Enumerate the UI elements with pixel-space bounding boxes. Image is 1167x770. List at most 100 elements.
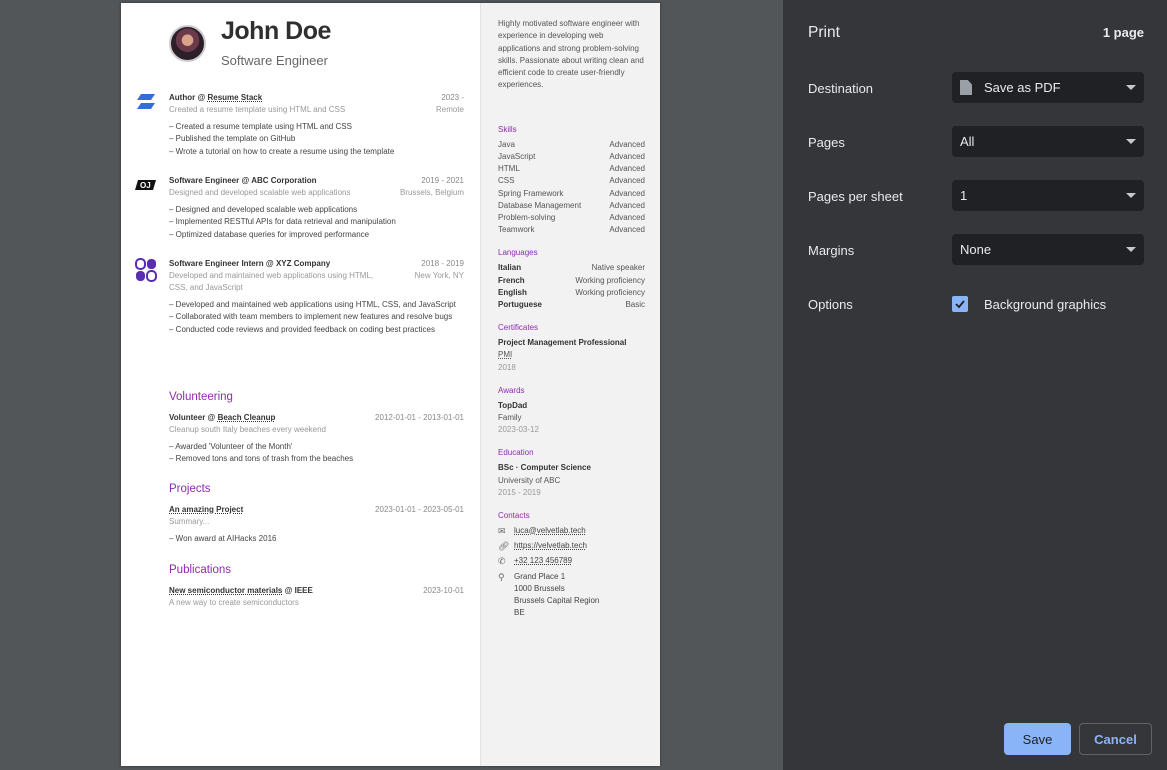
dialog-title: Print — [808, 24, 840, 41]
list-item: Published the template on GitHub — [169, 133, 464, 145]
skill-name: Spring Framework — [498, 188, 564, 198]
list-item: Conducted code reviews and provided feed… — [169, 324, 464, 336]
contact-website: 🔗︎ https://velvetlab.tech — [498, 540, 646, 552]
pages-label: Pages — [808, 135, 845, 150]
chevron-down-icon — [1126, 139, 1136, 144]
language-row: Italian Native speaker — [498, 262, 645, 274]
language-row: English Working proficiency — [498, 287, 645, 299]
work-highlights: Developed and maintained web application… — [169, 299, 464, 336]
work-role: Software Engineer — [169, 176, 240, 185]
margins-select[interactable]: None — [952, 234, 1144, 265]
link-icon: 🔗︎ — [498, 541, 510, 552]
resume-page: John Doe Software Engineer Author @ Resu… — [121, 3, 660, 766]
skill-name: Database Management — [498, 200, 582, 210]
work-location: New York, NY — [414, 271, 464, 280]
skill-row: CSS Advanced — [498, 175, 645, 187]
location-pin-icon: ⚲ — [498, 571, 505, 582]
resume-summary: Highly motivated software engineer with … — [498, 19, 644, 90]
project-name-text: An amazing Project — [169, 505, 244, 514]
email-link[interactable]: luca@velvetlab.tech — [514, 525, 586, 537]
background-graphics-checkbox[interactable] — [952, 296, 968, 312]
pages-per-sheet-label: Pages per sheet — [808, 189, 903, 204]
publication-name: New semiconductor materials — [169, 586, 283, 595]
address-line: 1000 Brussels — [514, 583, 565, 593]
education-degree: BSc · Computer Science — [498, 463, 591, 473]
volunteer-highlights: Awarded 'Volunteer of the Month' Removed… — [169, 441, 464, 466]
certificate-date: 2018 — [498, 362, 516, 372]
destination-label: Destination — [808, 81, 874, 96]
project-entry: An amazing Project 2023-01-01 - 2023-05-0… — [169, 504, 464, 545]
work-company: Resume Stack — [207, 93, 263, 102]
address-line: Brussels Capital Region — [514, 596, 600, 606]
certificate-name: Project Management Professional — [498, 338, 627, 348]
website-link[interactable]: https://velvetlab.tech — [514, 540, 587, 552]
page-count: 1 page — [1102, 25, 1144, 40]
pages-per-sheet-value: 1 — [960, 188, 968, 203]
options-label: Options — [808, 297, 853, 312]
publication-entry: New semiconductor materials @ IEEE 2023-1… — [169, 585, 464, 609]
award-awarder: Family — [498, 413, 522, 423]
list-item: Created a resume template using HTML and… — [169, 121, 464, 133]
award-title: TopDad — [498, 400, 528, 410]
work-entry: Software Engineer Intern @ XYZ Company 20… — [135, 258, 464, 336]
certificate-issuer: PMI — [498, 350, 513, 360]
publication-publisher: IEEE — [294, 586, 313, 595]
language-row: Portuguese Basic — [498, 299, 645, 311]
list-item: Implemented RESTful APIs for data retrie… — [169, 216, 464, 228]
languages-list: Italian Native speaker French Working prof… — [498, 262, 646, 311]
skill-name: Java — [498, 139, 515, 149]
skill-row: Java Advanced — [498, 139, 645, 151]
skill-level: Advanced — [609, 139, 645, 149]
checkmark-icon — [955, 300, 965, 309]
phone-icon: ✆ — [498, 556, 506, 567]
pages-value: All — [960, 134, 975, 149]
skill-name: HTML — [498, 164, 520, 174]
resume-sidebar: Highly motivated software engineer with … — [480, 3, 660, 766]
cancel-button[interactable]: Cancel — [1079, 723, 1152, 755]
print-dialog: Print 1 page Destination Save as PDF Pag… — [783, 0, 1167, 770]
skill-name: Teamwork — [498, 225, 535, 235]
languages-heading: Languages — [498, 248, 538, 258]
pages-select[interactable]: All — [952, 126, 1144, 157]
language-name: Portuguese — [498, 300, 543, 310]
pages-per-sheet-select[interactable]: 1 — [952, 180, 1144, 211]
work-role: Author — [169, 93, 196, 102]
skill-row: Spring Framework Advanced — [498, 188, 645, 200]
list-item: Developed and maintained web application… — [169, 299, 464, 311]
list-item: Optimized database queries for improved … — [169, 229, 464, 241]
language-fluency: Working proficiency — [575, 275, 645, 285]
resume-main-column: John Doe Software Engineer Author @ Resu… — [121, 3, 480, 766]
skills-heading: Skills — [498, 124, 517, 134]
work-position: Software Engineer Intern @ XYZ Company — [169, 259, 331, 268]
skill-level: Advanced — [609, 151, 645, 161]
avatar — [169, 25, 206, 62]
volunteer-summary: Cleanup south Italy beaches every weeken… — [169, 425, 326, 434]
print-preview-area: John Doe Software Engineer Author @ Resu… — [0, 0, 783, 770]
skill-level: Advanced — [609, 225, 645, 235]
skill-level: Advanced — [609, 188, 645, 198]
contact-phone: ✆ +32 123 456789 — [498, 555, 646, 567]
address-lines: Grand Place 1 1000 Brussels Brussels Cap… — [514, 571, 599, 620]
file-icon — [960, 80, 972, 95]
resume-name: John Doe — [221, 17, 331, 45]
list-item: Won award at AIHacks 2016 — [169, 533, 464, 545]
volunteer-position: Volunteer @ Beach Cleanup — [169, 413, 276, 422]
publication-summary: A new way to create semiconductors — [169, 598, 299, 607]
skill-name: JavaScript — [498, 151, 536, 161]
certificates-heading: Certificates — [498, 323, 539, 333]
phone-link[interactable]: +32 123 456789 — [514, 555, 572, 567]
chevron-down-icon — [1126, 85, 1136, 90]
skill-row: Database Management Advanced — [498, 200, 645, 212]
save-button[interactable]: Save — [1004, 723, 1071, 755]
background-graphics-label[interactable]: Background graphics — [984, 297, 1106, 312]
work-highlights: Created a resume template using HTML and… — [169, 121, 464, 158]
skill-level: Advanced — [609, 164, 645, 174]
awards-heading: Awards — [498, 385, 525, 395]
resume-title: Software Engineer — [221, 53, 328, 68]
award-date: 2023-03-12 — [498, 425, 539, 435]
volunteer-date: 2012-01-01 - 2013-01-01 — [375, 413, 464, 422]
work-location: Brussels, Belgium — [399, 188, 464, 197]
margins-label: Margins — [808, 243, 855, 258]
language-name: Italian — [498, 263, 522, 273]
destination-select[interactable]: Save as PDF — [952, 72, 1144, 103]
